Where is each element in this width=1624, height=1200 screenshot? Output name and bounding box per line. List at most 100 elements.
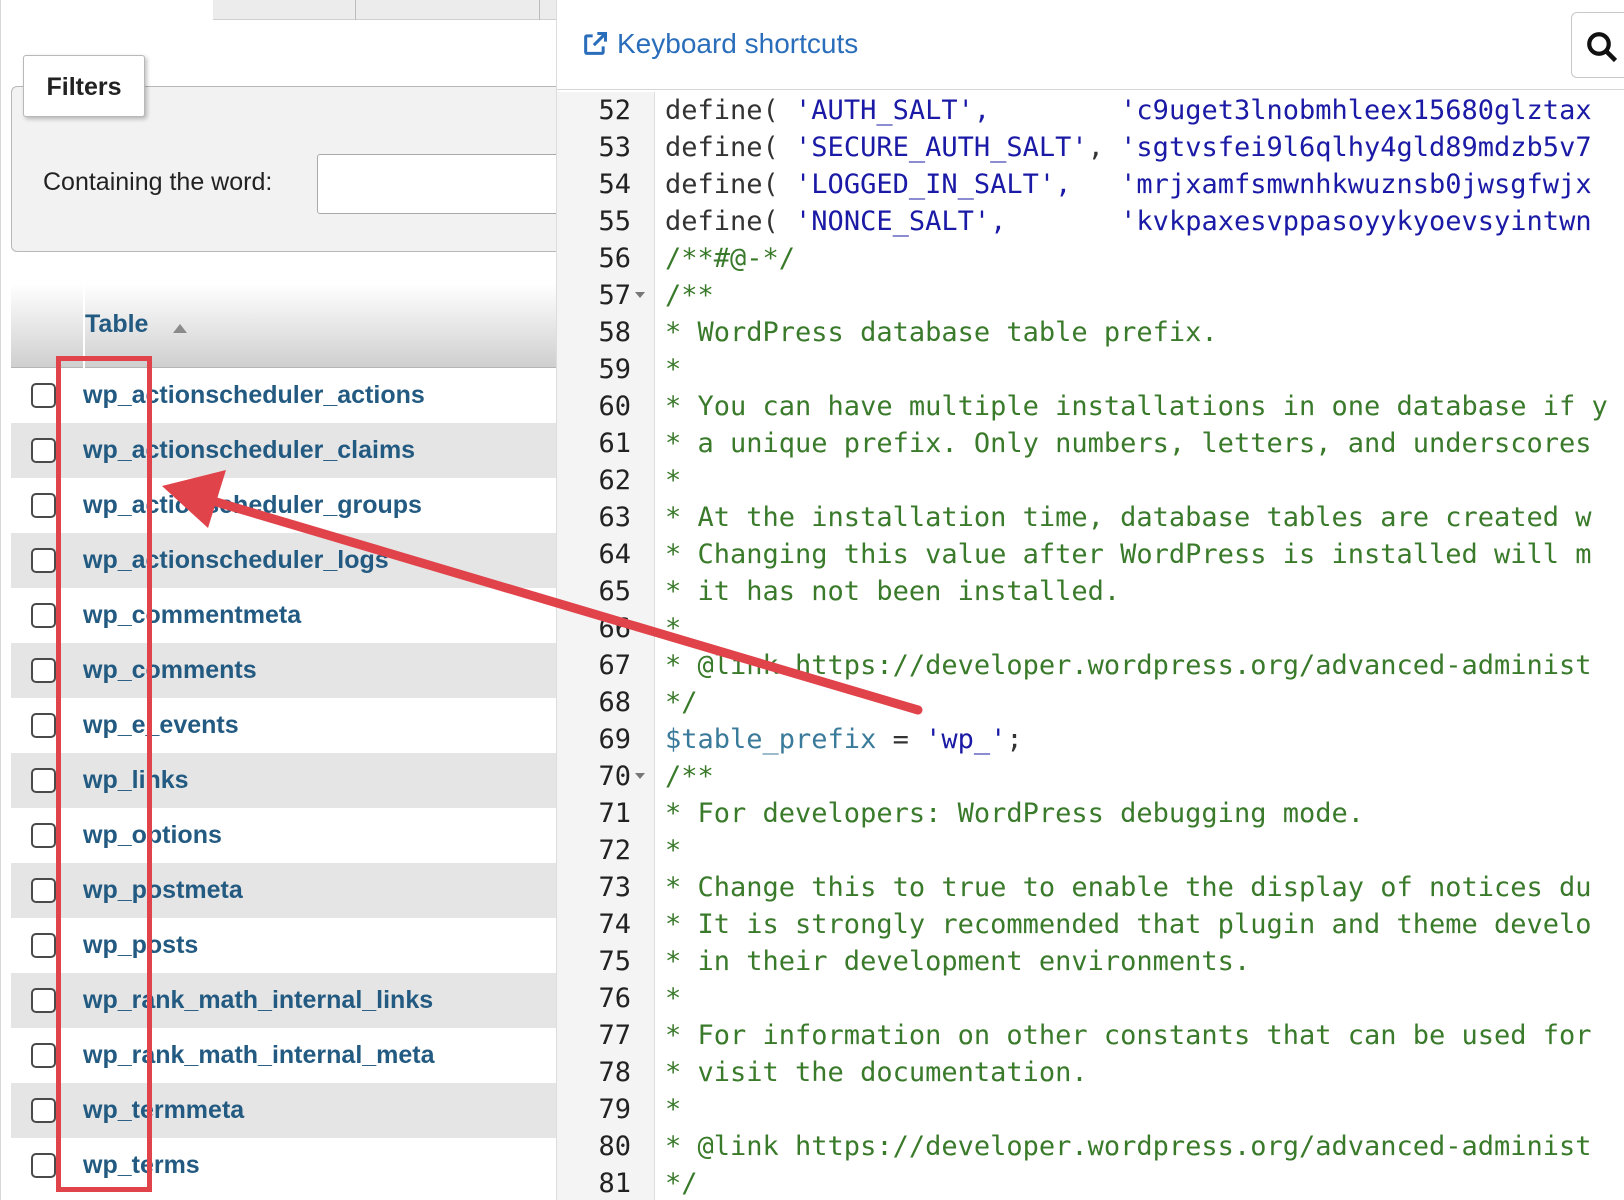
filters-legend: Filters: [23, 55, 145, 117]
line-number: 69: [598, 724, 631, 755]
row-checkbox[interactable]: [31, 548, 56, 573]
code-text: *: [665, 351, 681, 388]
code-text: */: [665, 1165, 698, 1200]
code-text: * WordPress database table prefix.: [665, 314, 1218, 351]
line-number: 78: [598, 1057, 631, 1088]
line-number: 65: [598, 576, 631, 607]
line-number: 57: [598, 280, 631, 311]
table-column-header[interactable]: Table: [85, 310, 148, 339]
code-text: *: [665, 610, 681, 647]
fold-toggle-icon[interactable]: [635, 292, 645, 298]
line-number: 59: [598, 354, 631, 385]
code-token: * Change this to true to enable the disp…: [665, 872, 1592, 903]
row-checkbox[interactable]: [31, 1098, 56, 1123]
code-text: /**: [665, 758, 714, 795]
row-checkbox[interactable]: [31, 383, 56, 408]
code-token: 'wp_': [925, 724, 1007, 755]
code-line: 80 * @link https://developer.wordpress.or…: [557, 1128, 1624, 1165]
line-number: 60: [598, 391, 631, 422]
code-text: define( 'SECURE_AUTH_SALT', 'sgtvsfei9l6…: [665, 129, 1592, 166]
line-number: 81: [598, 1168, 631, 1199]
code-text: $table_prefix = 'wp_';: [665, 721, 1023, 758]
code-text: * in their development environments.: [665, 943, 1250, 980]
row-checkbox[interactable]: [31, 438, 56, 463]
tab-separator: [539, 0, 540, 20]
line-number: 80: [598, 1131, 631, 1162]
code-line: 78 * visit the documentation.: [557, 1054, 1624, 1091]
top-tabs[interactable]: [213, 0, 556, 20]
code-token: * For developers: WordPress debugging mo…: [665, 798, 1364, 829]
code-text: *: [665, 1091, 681, 1128]
line-number: 54: [598, 169, 631, 200]
line-number: 74: [598, 909, 631, 940]
search-button[interactable]: [1571, 12, 1624, 78]
code-text: */: [665, 684, 698, 721]
code-token: =: [876, 724, 926, 755]
line-number: 52: [598, 95, 631, 126]
code-token: * For information on other constants tha…: [665, 1020, 1592, 1051]
code-area[interactable]: 52 define( 'AUTH_SALT', 'c9uget3lnobmhlee…: [557, 92, 1624, 1200]
code-token: *: [665, 1094, 682, 1125]
code-line: 69 $table_prefix = 'wp_';: [557, 721, 1624, 758]
editor-top-border: [557, 89, 1624, 90]
containing-word-input[interactable]: [317, 154, 556, 214]
code-token: 'sgtvsfei9l6qlhy4gld89mdzb5v7: [1120, 132, 1592, 163]
line-number: 56: [598, 243, 631, 274]
code-text: * it has not been installed.: [665, 573, 1120, 610]
code-token: * in their development environments.: [665, 946, 1251, 977]
line-number: 55: [598, 206, 631, 237]
sort-asc-icon[interactable]: [173, 324, 187, 333]
code-text: *: [665, 832, 681, 869]
code-line: 64 * Changing this value after WordPress …: [557, 536, 1624, 573]
row-checkbox[interactable]: [31, 603, 56, 628]
code-token: * Changing this value after WordPress is…: [665, 539, 1592, 570]
code-token: 'SECURE_AUTH_SALT': [795, 132, 1088, 163]
code-text: define( 'NONCE_SALT', 'kvkpaxesvppasoyyk…: [665, 203, 1592, 240]
code-line: 77 * For information on other constants t…: [557, 1017, 1624, 1054]
row-checkbox[interactable]: [31, 1153, 56, 1178]
code-text: * It is strongly recommended that plugin…: [665, 906, 1592, 943]
keyboard-shortcuts-label: Keyboard shortcuts: [617, 28, 859, 59]
row-checkbox[interactable]: [31, 878, 56, 903]
code-token: ;: [1006, 724, 1023, 755]
row-checkbox[interactable]: [31, 933, 56, 958]
code-token: * You can have multiple installations in…: [665, 391, 1608, 422]
code-line: 56 /**#@-*/: [557, 240, 1624, 277]
code-token: * visit the documentation.: [665, 1057, 1088, 1088]
code-token: $table_prefix: [665, 724, 877, 755]
code-token: *: [665, 354, 682, 385]
row-checkbox[interactable]: [31, 493, 56, 518]
code-text: * a unique prefix. Only numbers, letters…: [665, 425, 1592, 462]
code-line: 67 * @link https://developer.wordpress.or…: [557, 647, 1624, 684]
row-checkbox[interactable]: [31, 768, 56, 793]
row-checkbox[interactable]: [31, 1043, 56, 1068]
line-number: 71: [598, 798, 631, 829]
code-text: * Change this to true to enable the disp…: [665, 869, 1592, 906]
code-line: 68 */: [557, 684, 1624, 721]
code-text: * For information on other constants tha…: [665, 1017, 1592, 1054]
fold-toggle-icon[interactable]: [635, 773, 645, 779]
code-text: * At the installation time, database tab…: [665, 499, 1592, 536]
code-line: 65 * it has not been installed.: [557, 573, 1624, 610]
code-line: 76 *: [557, 980, 1624, 1017]
code-token: * At the installation time, database tab…: [665, 502, 1592, 533]
code-line: 55 define( 'NONCE_SALT', 'kvkpaxesvppasoy…: [557, 203, 1624, 240]
code-line: 59 *: [557, 351, 1624, 388]
row-checkbox[interactable]: [31, 713, 56, 738]
code-line: 63 * At the installation time, database t…: [557, 499, 1624, 536]
code-token: define(: [665, 206, 796, 237]
row-checkbox[interactable]: [31, 823, 56, 848]
code-token: *: [665, 465, 682, 496]
code-line: 57 /**: [557, 277, 1624, 314]
keyboard-shortcuts-link[interactable]: Keyboard shortcuts: [581, 28, 858, 60]
line-number: 76: [598, 983, 631, 1014]
row-checkbox[interactable]: [31, 988, 56, 1013]
line-number: 73: [598, 872, 631, 903]
code-text: * Changing this value after WordPress is…: [665, 536, 1592, 573]
code-line: 71 * For developers: WordPress debugging …: [557, 795, 1624, 832]
code-text: /**#@-*/: [665, 240, 795, 277]
row-checkbox[interactable]: [31, 658, 56, 683]
